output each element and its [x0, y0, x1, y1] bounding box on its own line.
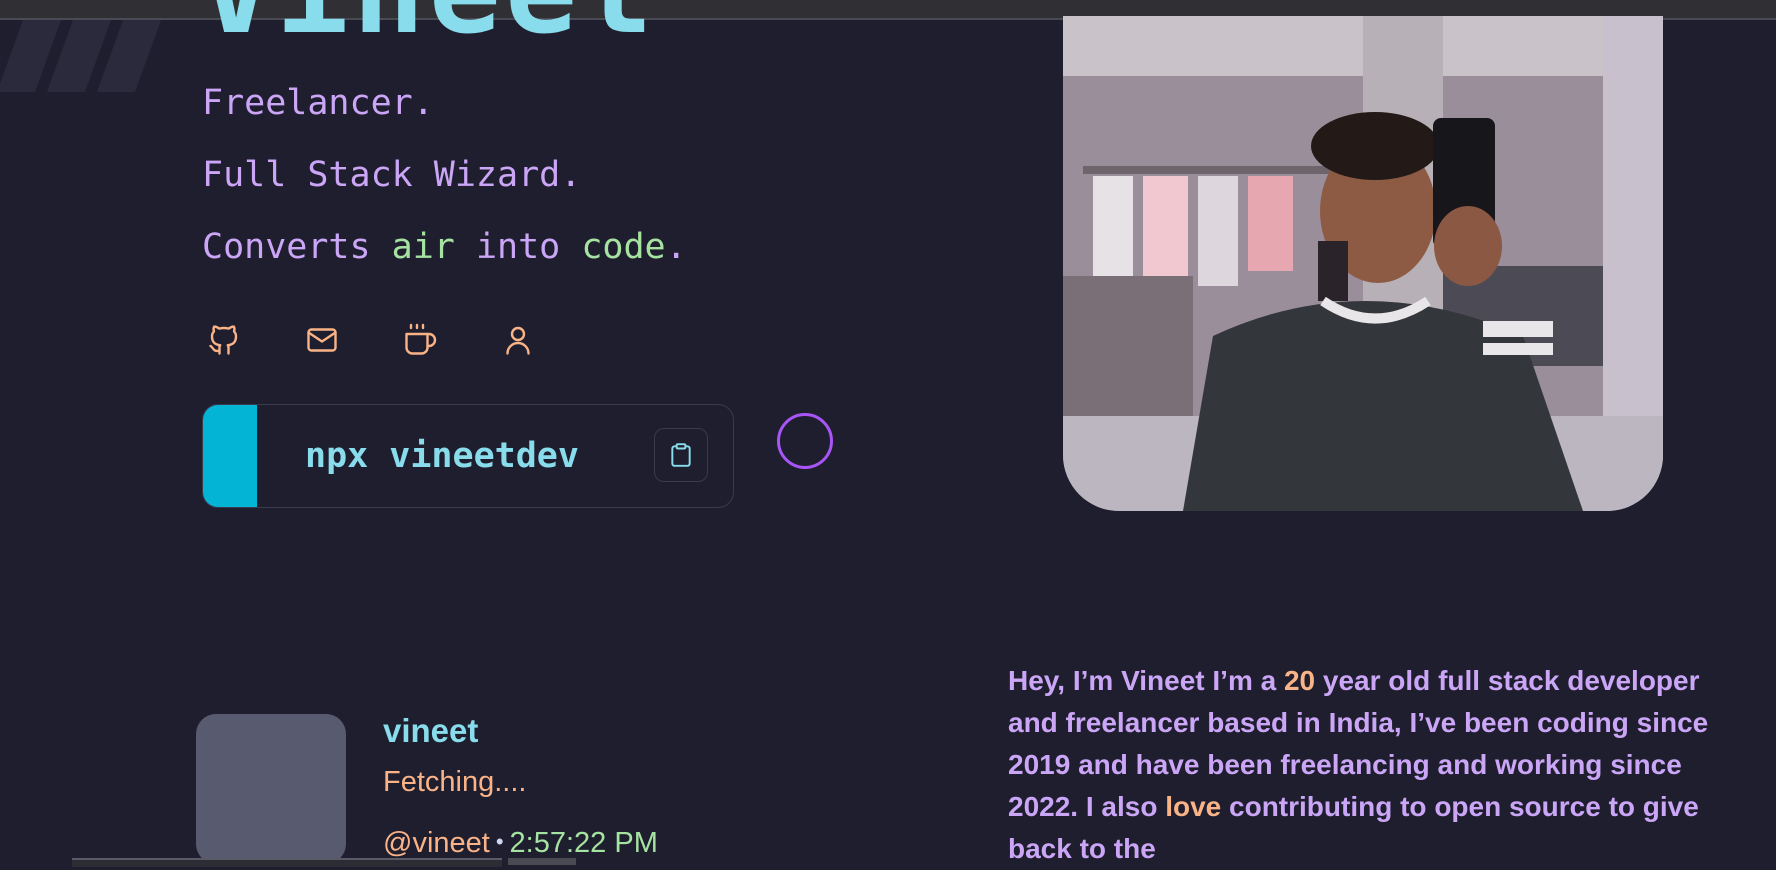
clipboard-icon	[671, 443, 691, 467]
npx-command-box: npx vineetdev	[202, 404, 734, 508]
about-bio: Hey, I’m Vineet I’m a 20 year old full s…	[1008, 665, 1709, 864]
discord-username: vineet	[383, 712, 479, 749]
discord-avatar	[196, 714, 346, 864]
profile-photo-illustration	[1063, 16, 1663, 511]
social-links	[206, 322, 536, 358]
tagline-freelancer: Freelancer.	[202, 83, 434, 123]
cursor-ring	[777, 413, 833, 469]
npx-accent-bar	[203, 405, 257, 507]
bio-age-highlight: 20	[1283, 665, 1316, 696]
tagline-highlight-air: air	[391, 227, 455, 267]
bottom-toolbar-tab	[508, 858, 576, 865]
tagline-converts: Converts air into code.	[202, 227, 687, 267]
separator-dot: •	[495, 829, 504, 854]
decorative-slashes	[0, 20, 170, 92]
tagline-highlight-code: code	[581, 227, 666, 267]
bottom-toolbar-fragment	[72, 858, 502, 867]
discord-status: Fetching....	[383, 766, 527, 798]
profile-photo	[1063, 16, 1663, 511]
tagline-full-stack: Full Stack Wizard.	[202, 155, 582, 195]
hero-name: Vineet	[200, 0, 657, 52]
npx-command-text: npx vineetdev	[305, 436, 579, 476]
local-time: 2:57:22 PM	[509, 827, 658, 859]
github-icon[interactable]	[206, 322, 242, 358]
user-icon[interactable]	[500, 322, 536, 358]
bio-love-highlight: love	[1165, 791, 1222, 822]
copy-command-button[interactable]	[654, 428, 708, 482]
discord-handle[interactable]: @vineet	[383, 827, 490, 859]
mail-icon[interactable]	[304, 322, 340, 358]
discord-meta: @vineet • 2:57:22 PM	[383, 827, 658, 860]
coffee-icon[interactable]	[402, 322, 438, 358]
